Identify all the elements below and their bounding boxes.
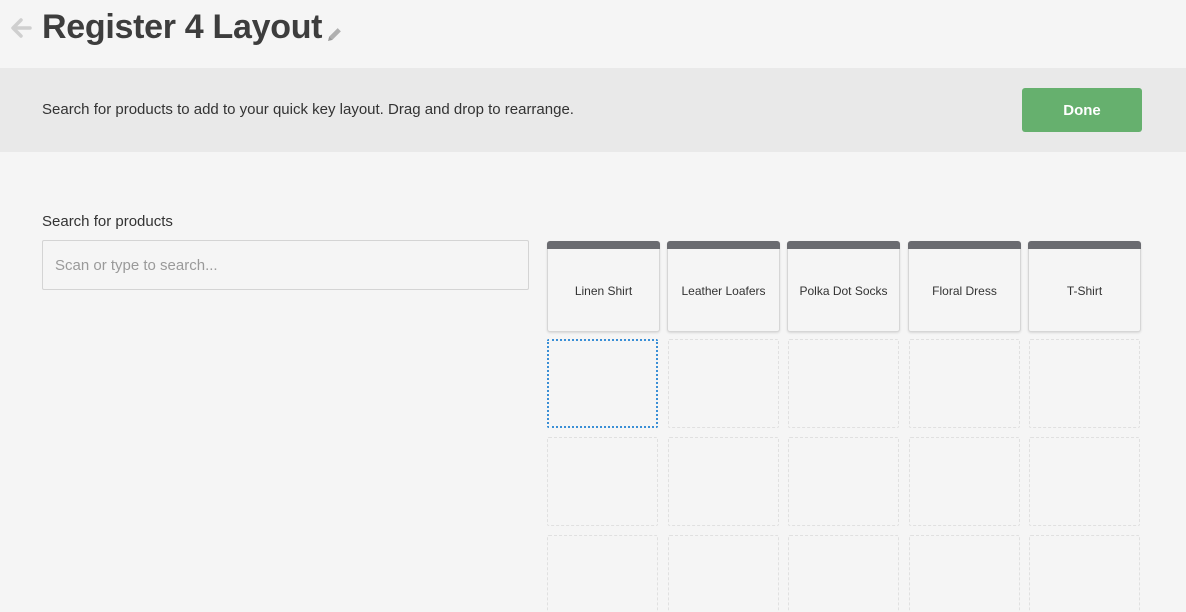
quick-key-label: Leather Loafers	[681, 284, 766, 298]
quick-key[interactable]: T-Shirt	[1028, 241, 1141, 332]
quick-key-label: Polka Dot Socks	[799, 284, 888, 298]
empty-key-slot[interactable]	[788, 339, 899, 428]
empty-key-slot[interactable]	[788, 535, 899, 612]
quick-key-label: T-Shirt	[1066, 284, 1103, 298]
empty-key-slot[interactable]	[1029, 535, 1140, 612]
quick-key-color-bar	[787, 241, 900, 249]
empty-key-slot[interactable]	[788, 437, 899, 526]
empty-key-slot-selected[interactable]	[547, 339, 658, 428]
empty-key-slot[interactable]	[1029, 339, 1140, 428]
quick-key[interactable]: Leather Loafers	[667, 241, 780, 332]
pencil-icon[interactable]	[326, 26, 343, 43]
quick-key-color-bar	[667, 241, 780, 249]
quick-key[interactable]: Linen Shirt	[547, 241, 660, 332]
quick-key-color-bar	[1028, 241, 1141, 249]
empty-key-slot[interactable]	[668, 437, 779, 526]
instruction-banner: Search for products to add to your quick…	[0, 68, 1186, 152]
done-button[interactable]: Done	[1022, 88, 1142, 132]
empty-key-slot[interactable]	[1029, 437, 1140, 526]
search-input[interactable]	[42, 240, 529, 290]
page-title: Register 4 Layout	[42, 8, 323, 46]
quick-key-label: Linen Shirt	[574, 284, 633, 298]
empty-key-slot[interactable]	[909, 535, 1020, 612]
empty-key-slot[interactable]	[668, 535, 779, 612]
instruction-text: Search for products to add to your quick…	[42, 101, 574, 118]
quick-key-label: Floral Dress	[932, 284, 997, 298]
empty-key-slot[interactable]	[547, 535, 658, 612]
quick-key-color-bar	[908, 241, 1021, 249]
quick-key[interactable]: Floral Dress	[908, 241, 1021, 332]
empty-key-slot[interactable]	[909, 339, 1020, 428]
arrow-left-icon[interactable]	[9, 16, 33, 40]
search-label: Search for products	[42, 213, 173, 230]
quick-key-color-bar	[547, 241, 660, 249]
page-header: Register 4 Layout	[0, 0, 1186, 68]
quick-key[interactable]: Polka Dot Socks	[787, 241, 900, 332]
empty-key-slot[interactable]	[909, 437, 1020, 526]
empty-key-slot[interactable]	[547, 437, 658, 526]
empty-key-slot[interactable]	[668, 339, 779, 428]
